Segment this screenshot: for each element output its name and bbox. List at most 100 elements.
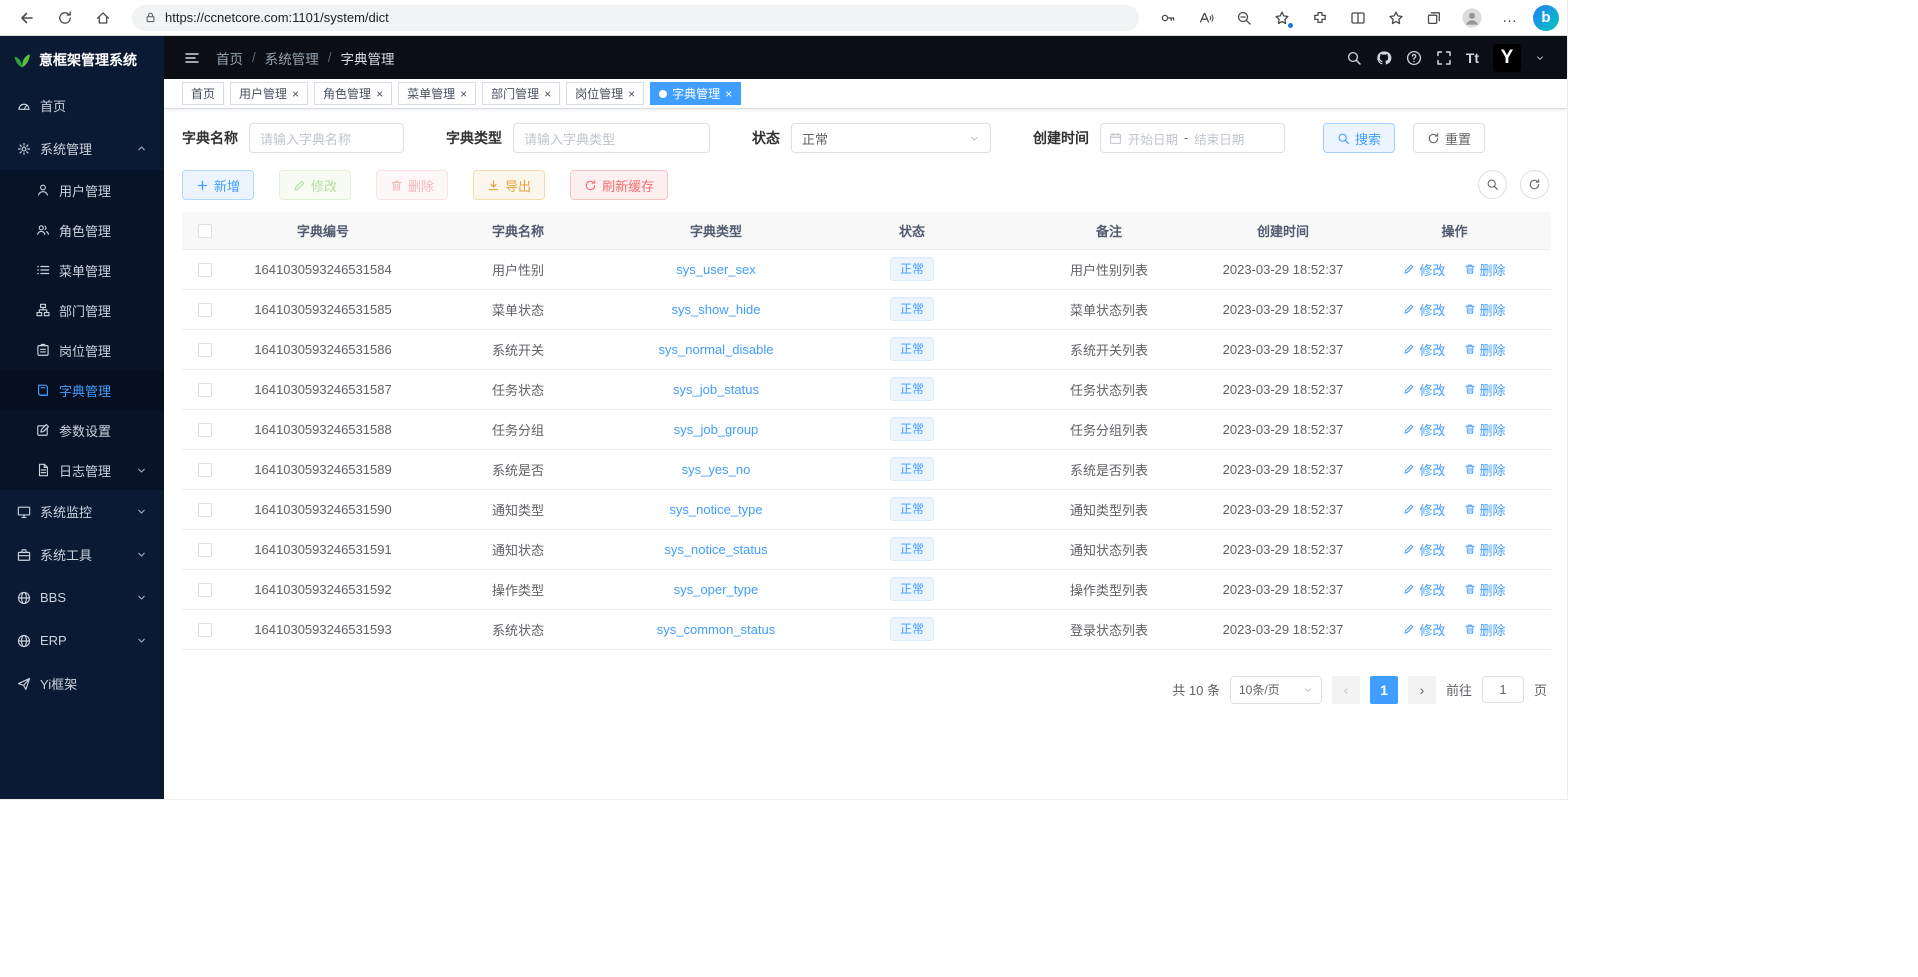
row-edit-button[interactable]: 修改 xyxy=(1403,340,1445,359)
dict-type-cell-text[interactable]: sys_notice_type xyxy=(669,502,762,517)
row-edit-button[interactable]: 修改 xyxy=(1403,500,1445,519)
tab-close-icon[interactable]: × xyxy=(460,88,467,100)
row-checkbox[interactable] xyxy=(198,503,212,517)
row-checkbox[interactable] xyxy=(198,343,212,357)
sidebar-item-system-management[interactable]: 系统管理 xyxy=(0,127,164,170)
row-delete-button[interactable]: 删除 xyxy=(1464,500,1506,519)
breadcrumb-system[interactable]: 系统管理 xyxy=(265,48,319,68)
row-edit-button[interactable]: 修改 xyxy=(1403,460,1445,479)
reset-button[interactable]: 重置 xyxy=(1413,123,1485,153)
dict-type-input[interactable]: 请输入字典类型 xyxy=(513,123,710,153)
row-checkbox[interactable] xyxy=(198,543,212,557)
help-icon[interactable] xyxy=(1406,50,1422,66)
sidebar-item-role-management[interactable]: 角色管理 xyxy=(0,210,164,250)
sidebar-item-yi-framework[interactable]: Yi框架 xyxy=(0,662,164,705)
row-delete-button[interactable]: 删除 xyxy=(1464,620,1506,639)
profile-avatar[interactable] xyxy=(1456,4,1488,32)
sidebar-item-bbs[interactable]: BBS xyxy=(0,576,164,619)
tab-close-icon[interactable]: × xyxy=(376,88,383,100)
github-icon[interactable] xyxy=(1376,50,1392,66)
row-checkbox[interactable] xyxy=(198,383,212,397)
row-edit-button[interactable]: 修改 xyxy=(1403,260,1445,279)
sidebar-item-menu-management[interactable]: 菜单管理 xyxy=(0,250,164,290)
sidebar-item-user-management[interactable]: 用户管理 xyxy=(0,170,164,210)
tab-post-management[interactable]: 岗位管理× xyxy=(566,82,644,105)
row-delete-button[interactable]: 删除 xyxy=(1464,580,1506,599)
sidebar-item-system-tools[interactable]: 系统工具 xyxy=(0,533,164,576)
dict-type-cell-text[interactable]: sys_job_group xyxy=(674,422,759,437)
row-edit-button[interactable]: 修改 xyxy=(1403,380,1445,399)
row-delete-button[interactable]: 删除 xyxy=(1464,460,1506,479)
dict-type-cell-text[interactable]: sys_user_sex xyxy=(676,262,755,277)
row-checkbox[interactable] xyxy=(198,423,212,437)
goto-page-input[interactable] xyxy=(1482,676,1524,703)
address-bar[interactable]: https://ccnetcore.com:1101/system/dict xyxy=(132,5,1139,31)
header-search-icon[interactable] xyxy=(1346,50,1362,66)
fullscreen-icon[interactable] xyxy=(1436,50,1452,66)
tab-close-icon[interactable]: × xyxy=(544,88,551,100)
row-edit-button[interactable]: 修改 xyxy=(1403,420,1445,439)
favorites-bar-icon[interactable] xyxy=(1380,4,1412,32)
tab-user-management[interactable]: 用户管理× xyxy=(230,82,308,105)
row-edit-button[interactable]: 修改 xyxy=(1403,620,1445,639)
dict-type-cell-text[interactable]: sys_normal_disable xyxy=(659,342,774,357)
row-delete-button[interactable]: 删除 xyxy=(1464,380,1506,399)
refresh-cache-button[interactable]: 刷新缓存 xyxy=(570,170,668,200)
row-checkbox[interactable] xyxy=(198,623,212,637)
dict-type-cell-text[interactable]: sys_yes_no xyxy=(682,462,751,477)
row-delete-button[interactable]: 删除 xyxy=(1464,300,1506,319)
read-aloud-icon[interactable] xyxy=(1190,4,1222,32)
font-size-button[interactable]: Tt xyxy=(1466,50,1479,66)
row-delete-button[interactable]: 删除 xyxy=(1464,540,1506,559)
row-delete-button[interactable]: 删除 xyxy=(1464,340,1506,359)
toggle-search-button[interactable] xyxy=(1478,170,1507,199)
sidebar-item-post-management[interactable]: 岗位管理 xyxy=(0,330,164,370)
row-checkbox[interactable] xyxy=(198,263,212,277)
sidebar-item-dict-management[interactable]: 字典管理 xyxy=(0,370,164,410)
tab-close-icon[interactable]: × xyxy=(292,88,299,100)
sidebar-toggle-button[interactable] xyxy=(184,50,200,66)
collections-icon[interactable] xyxy=(1418,4,1450,32)
current-page[interactable]: 1 xyxy=(1370,676,1398,704)
tab-role-management[interactable]: 角色管理× xyxy=(314,82,392,105)
dict-type-cell-text[interactable]: sys_common_status xyxy=(657,622,776,637)
extensions-icon[interactable] xyxy=(1304,4,1336,32)
dict-type-cell-text[interactable]: sys_job_status xyxy=(673,382,759,397)
prev-page-button[interactable]: ‹ xyxy=(1332,676,1360,704)
sidebar-item-log-management[interactable]: 日志管理 xyxy=(0,450,164,490)
status-select[interactable]: 正常 xyxy=(791,123,991,153)
sidebar-item-system-monitor[interactable]: 系统监控 xyxy=(0,490,164,533)
tab-menu-management[interactable]: 菜单管理× xyxy=(398,82,476,105)
add-button[interactable]: 新增 xyxy=(182,170,254,200)
dict-name-input[interactable]: 请输入字典名称 xyxy=(249,123,404,153)
browser-home-button[interactable] xyxy=(87,4,119,32)
next-page-button[interactable]: › xyxy=(1408,676,1436,704)
avatar-caret-icon[interactable] xyxy=(1535,53,1545,63)
password-key-icon[interactable] xyxy=(1152,4,1184,32)
date-range-picker[interactable]: 开始日期 - 结束日期 xyxy=(1100,123,1285,153)
browser-refresh-button[interactable] xyxy=(49,4,81,32)
tab-dept-management[interactable]: 部门管理× xyxy=(482,82,560,105)
row-delete-button[interactable]: 删除 xyxy=(1464,260,1506,279)
browser-back-button[interactable] xyxy=(11,4,43,32)
refresh-table-button[interactable] xyxy=(1520,170,1549,199)
page-size-select[interactable]: 10条/页 xyxy=(1230,676,1322,704)
sidebar-item-home[interactable]: 首页 xyxy=(0,84,164,127)
app-logo[interactable]: 意框架管理系统 xyxy=(0,36,164,84)
bing-copilot-icon[interactable]: b xyxy=(1533,5,1559,31)
row-edit-button[interactable]: 修改 xyxy=(1403,580,1445,599)
tab-home[interactable]: 首页 xyxy=(182,82,224,105)
dict-type-cell-text[interactable]: sys_notice_status xyxy=(664,542,767,557)
browser-menu-button[interactable]: … xyxy=(1494,4,1526,32)
search-button[interactable]: 搜索 xyxy=(1323,123,1395,153)
row-checkbox[interactable] xyxy=(198,463,212,477)
sidebar-item-erp[interactable]: ERP xyxy=(0,619,164,662)
delete-button[interactable]: 删除 xyxy=(376,170,448,200)
tab-close-icon[interactable]: × xyxy=(628,88,635,100)
row-checkbox[interactable] xyxy=(198,583,212,597)
sidebar-item-param-settings[interactable]: 参数设置 xyxy=(0,410,164,450)
dict-type-cell-text[interactable]: sys_show_hide xyxy=(672,302,761,317)
row-edit-button[interactable]: 修改 xyxy=(1403,540,1445,559)
dict-type-cell-text[interactable]: sys_oper_type xyxy=(674,582,759,597)
sidebar-item-dept-management[interactable]: 部门管理 xyxy=(0,290,164,330)
